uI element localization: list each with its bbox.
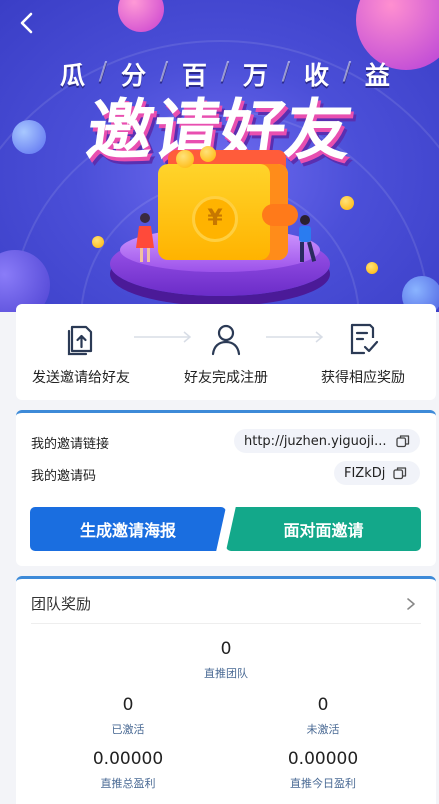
stat-value: 0 [317, 695, 329, 715]
coin-icon [92, 236, 104, 248]
user-icon [211, 324, 241, 356]
subtitle-char: 收 [303, 61, 329, 90]
copy-icon[interactable] [393, 466, 407, 480]
decor-bubble [118, 0, 164, 32]
checklist-icon [350, 323, 379, 355]
coin-icon [200, 146, 216, 162]
man-figure-icon [299, 215, 317, 262]
stat-label: 直推团队 [204, 667, 248, 680]
hero-subtitle: 瓜 / 分 / 百 / 万 / 收 / 益 [60, 56, 390, 92]
generate-poster-button[interactable]: 生成邀请海报 [30, 507, 226, 551]
subtitle-separator: / [281, 56, 291, 85]
team-reward-title: 团队奖励 [31, 595, 92, 613]
invite-code-value: FIZkDj [344, 465, 386, 481]
divider [31, 623, 421, 624]
stat-value: 0 [220, 639, 232, 659]
subtitle-char: 分 [120, 61, 146, 90]
subtitle-char: 益 [364, 61, 390, 90]
stat-label: 直推总盈利 [100, 777, 156, 790]
stat-direct-team: 0 直推团队 [126, 639, 326, 681]
stat-total-profit: 0.00000 直推总盈利 [28, 749, 228, 791]
invite-code-field[interactable]: FIZkDj [334, 461, 420, 485]
stat-label: 已激活 [111, 723, 145, 736]
share-document-icon [67, 325, 93, 356]
subtitle-char: 百 [181, 61, 207, 90]
hero-banner: 瓜 / 分 / 百 / 万 / 收 / 益 邀请好友 ¥ [0, 0, 439, 312]
chevron-right-icon[interactable] [406, 597, 416, 611]
stat-value: 0.00000 [92, 749, 164, 769]
invite-steps-card: 发送邀请给好友 好友完成注册 获得相应奖励 [16, 304, 436, 400]
invite-link-field[interactable]: http://juzhen.yiguoji... [234, 429, 420, 453]
coin-icon [340, 196, 354, 210]
invite-link-label: 我的邀请链接 [31, 437, 110, 452]
invite-link-value: http://juzhen.yiguoji... [244, 433, 387, 449]
step-label: 发送邀请给好友 [32, 370, 130, 386]
coin-icon [176, 150, 194, 168]
step-label: 获得相应奖励 [321, 370, 405, 386]
invite-code-label: 我的邀请码 [31, 469, 97, 484]
stat-activated: 0 已激活 [28, 695, 228, 737]
subtitle-char: 瓜 [60, 61, 86, 90]
stat-label: 直推今日盈利 [290, 777, 356, 790]
step-label: 好友完成注册 [184, 370, 268, 386]
invite-info-card: 我的邀请链接 http://juzhen.yiguoji... 我的邀请码 FI… [16, 410, 436, 566]
subtitle-separator: / [342, 56, 352, 85]
woman-figure-icon [136, 213, 154, 262]
subtitle-separator: / [98, 56, 108, 85]
stat-value: 0 [122, 695, 134, 715]
yuan-coin-icon: ¥ [192, 196, 238, 242]
team-reward-card: 团队奖励 0 直推团队 0 已激活 0 未激活 0.00000 直推总盈利 0.… [16, 576, 436, 804]
back-arrow-icon[interactable] [16, 10, 38, 36]
step-get-reward: 获得相应奖励 [298, 321, 428, 387]
subtitle-char: 万 [242, 61, 268, 90]
stat-not-activated: 0 未激活 [223, 695, 423, 737]
subtitle-separator: / [159, 56, 169, 85]
stat-value: 0.00000 [287, 749, 359, 769]
stat-label: 未激活 [306, 723, 340, 736]
stat-today-profit: 0.00000 直推今日盈利 [223, 749, 423, 791]
copy-icon[interactable] [396, 434, 410, 448]
subtitle-separator: / [220, 56, 230, 85]
step-send-invite: 发送邀请给好友 [16, 321, 146, 387]
coin-icon [366, 262, 378, 274]
face-to-face-invite-button[interactable]: 面对面邀请 [226, 507, 421, 551]
